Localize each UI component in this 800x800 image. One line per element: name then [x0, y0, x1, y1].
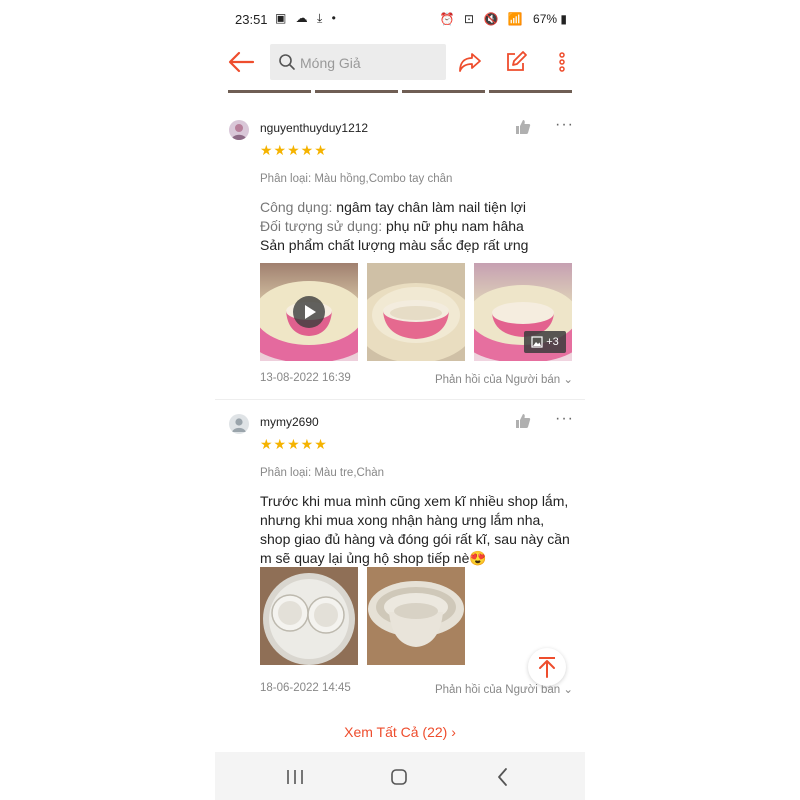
review-date: 18-06-2022 14:45 — [260, 682, 351, 694]
review-divider — [215, 399, 585, 400]
system-icons: ⏰ ⊡ 🔇 📶 — [439, 12, 526, 26]
recent-apps-icon[interactable] — [283, 766, 307, 788]
review-line: Sản phẩm chất lượng màu sắc đẹp rất ưng — [260, 237, 529, 253]
review-video-thumbnail[interactable] — [260, 263, 358, 361]
nav-back-icon[interactable] — [491, 766, 515, 788]
status-time: 23:51 — [235, 12, 268, 27]
review-photo[interactable] — [367, 263, 465, 361]
status-bar: 23:51 ▣ ☁ ⤓ • ⏰ ⊡ 🔇 📶 67% ▮ — [215, 8, 585, 34]
system-nav-bar — [215, 752, 585, 800]
battery-icon: ▮ — [560, 12, 567, 26]
review-text: Công dụng: ngâm tay chân làm nail tiện l… — [260, 198, 575, 255]
more-vertical-icon[interactable] — [549, 50, 575, 74]
thumbs-up-icon[interactable] — [515, 413, 531, 429]
status-right: ⏰ ⊡ 🔇 📶 67% ▮ — [440, 12, 567, 26]
share-icon[interactable] — [457, 50, 483, 74]
chevron-down-icon: ⌄ — [563, 374, 573, 386]
review-photo[interactable] — [260, 567, 358, 665]
review-variant: Phân loại: Màu hồng,Combo tay chân — [260, 173, 453, 185]
rating-stars: ★★★★★ — [260, 142, 328, 158]
review-text: Trước khi mua mình cũng xem kĩ nhiều sho… — [260, 493, 570, 566]
scroll-top-icon[interactable] — [528, 648, 566, 686]
top-bar — [215, 42, 585, 82]
avatar — [229, 414, 249, 434]
more-photos-count: +3 — [546, 336, 559, 348]
review-variant: Phân loại: Màu tre,Chàn — [260, 467, 385, 479]
reviewer-name[interactable]: mymy2690 — [260, 415, 319, 429]
notification-icons: ▣ ☁ ⤓ • — [275, 11, 339, 25]
previous-photo-strip — [228, 90, 572, 93]
ellipsis-icon[interactable]: ··· — [555, 116, 574, 134]
review-media: +3 — [260, 263, 572, 361]
review-media — [260, 567, 465, 665]
search-input[interactable] — [298, 51, 442, 75]
see-all-reviews-link[interactable]: Xem Tất Cả (22) › — [215, 724, 585, 740]
review-photo[interactable]: +3 — [474, 263, 572, 361]
search-box[interactable] — [270, 44, 446, 80]
image-icon — [531, 336, 543, 348]
more-photos-badge[interactable]: +3 — [524, 331, 566, 353]
back-arrow-icon[interactable] — [227, 50, 255, 74]
thumbs-up-icon[interactable] — [515, 119, 531, 135]
search-icon — [278, 53, 296, 71]
reviewer-name[interactable]: nguyenthuyduy1212 — [260, 121, 368, 135]
review-date: 13-08-2022 16:39 — [260, 372, 351, 384]
phone-screen: 23:51 ▣ ☁ ⤓ • ⏰ ⊡ 🔇 📶 67% ▮ Móng Giả ngu… — [215, 0, 585, 800]
edit-icon[interactable] — [503, 50, 529, 74]
avatar — [229, 120, 249, 140]
battery-level: 67% — [533, 12, 558, 26]
play-icon[interactable] — [293, 296, 325, 328]
review-line: Công dụng: ngâm tay chân làm nail tiện l… — [260, 199, 527, 215]
ellipsis-icon[interactable]: ··· — [555, 410, 574, 428]
review-photo[interactable] — [367, 567, 465, 665]
rating-stars: ★★★★★ — [260, 436, 328, 452]
seller-reply-link[interactable]: Phản hồi của Người bán ⌄ — [435, 372, 573, 386]
review-line: Đối tượng sử dụng: phụ nữ phụ nam hâha — [260, 218, 524, 234]
home-icon[interactable] — [387, 766, 411, 788]
